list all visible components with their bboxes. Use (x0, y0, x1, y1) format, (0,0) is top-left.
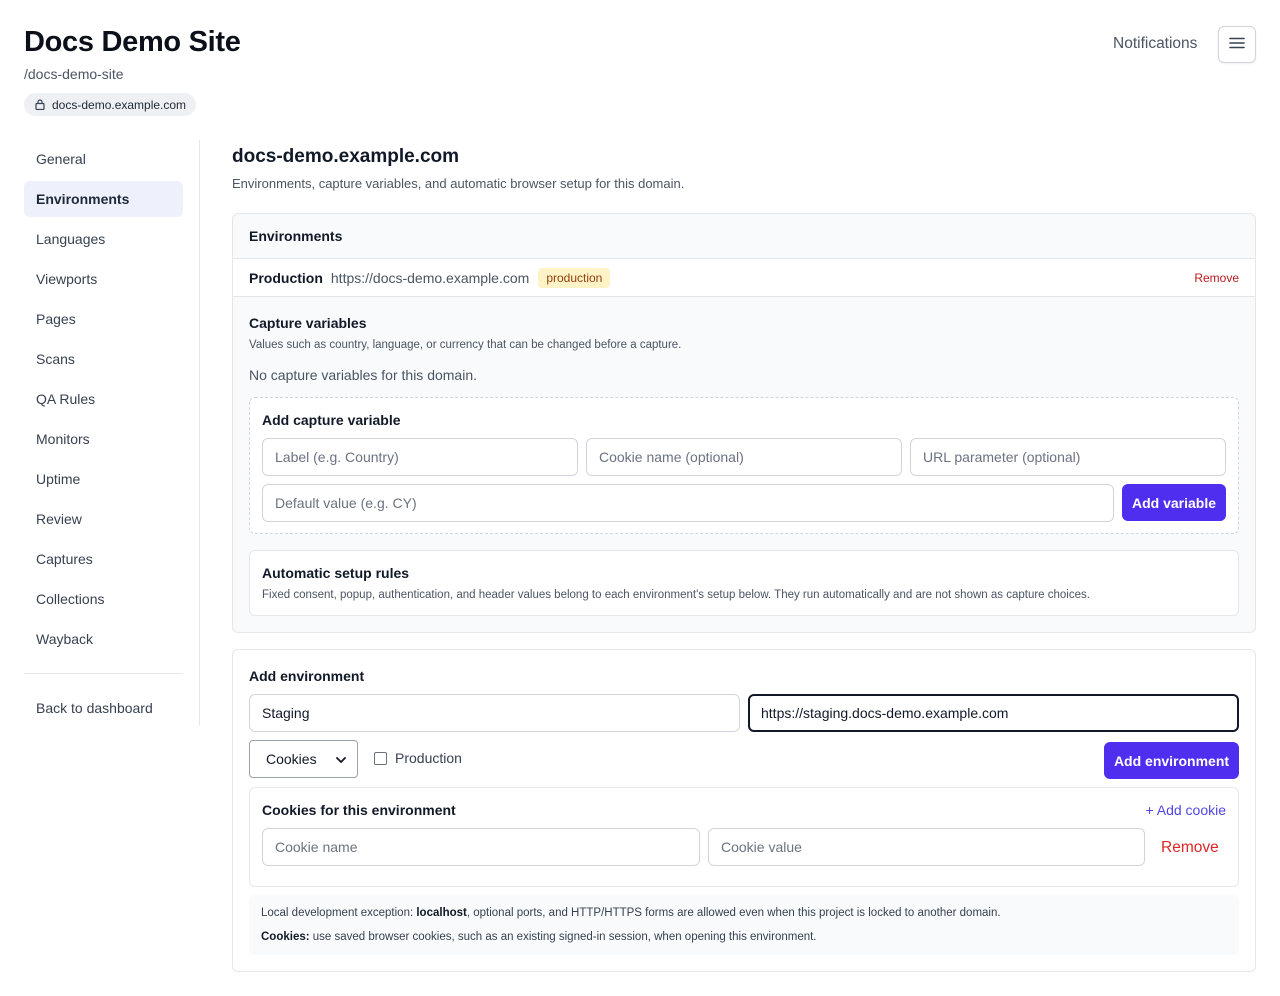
setup-rules-title: Automatic setup rules (262, 565, 410, 581)
capture-variables-title: Capture variables (249, 315, 367, 331)
variable-default-input[interactable] (262, 484, 1114, 522)
localhost-note: Local development exception: localhost, … (261, 907, 1001, 919)
environment-url: https://docs-demo.example.com (330, 269, 530, 286)
sidebar-item-general[interactable]: General (24, 141, 183, 177)
sidebar-item-collections[interactable]: Collections (24, 581, 183, 617)
sidebar: General Environments Languages Viewports… (24, 140, 200, 726)
environment-name-input[interactable] (249, 694, 740, 732)
sidebar-item-monitors[interactable]: Monitors (24, 421, 183, 457)
production-checkbox-text: Production (395, 750, 462, 766)
sidebar-item-scans[interactable]: Scans (24, 341, 183, 377)
sidebar-item-qa-rules[interactable]: QA Rules (24, 381, 183, 417)
sidebar-item-review[interactable]: Review (24, 501, 183, 537)
automatic-setup-rules: Automatic setup rules Fixed consent, pop… (249, 550, 1239, 616)
sidebar-item-viewports[interactable]: Viewports (24, 261, 183, 297)
production-checkbox-label[interactable]: Production (374, 750, 462, 766)
cookie-name-input[interactable] (262, 828, 700, 866)
page-title: docs-demo.example.com (232, 146, 460, 167)
site-slug: /docs-demo-site (24, 66, 124, 82)
capture-variables-empty: No capture variables for this domain. (249, 367, 477, 383)
cookies-title: Cookies for this environment (262, 802, 456, 818)
environment-url-input[interactable] (748, 694, 1239, 732)
sidebar-item-wayback[interactable]: Wayback (24, 621, 183, 657)
variable-cookie-input[interactable] (586, 438, 902, 476)
environment-badge: production (538, 267, 611, 288)
cookies-for-environment: Cookies for this environment + Add cooki… (249, 787, 1239, 887)
add-environment-title: Add environment (249, 668, 365, 684)
add-environment-button[interactable]: Add environment (1104, 742, 1239, 779)
capture-variables-help: Values such as country, language, or cur… (249, 339, 682, 351)
remove-cookie-button[interactable]: Remove (1161, 839, 1219, 857)
add-capture-variable-title: Add capture variable (262, 412, 401, 428)
cookie-value-input[interactable] (708, 828, 1145, 866)
page-subtitle: Environments, capture variables, and aut… (232, 176, 685, 191)
sidebar-item-uptime[interactable]: Uptime (24, 461, 183, 497)
add-capture-variable-form: Add capture variable Add variable (249, 397, 1239, 534)
production-checkbox[interactable] (374, 751, 387, 765)
sidebar-item-languages[interactable]: Languages (24, 221, 183, 257)
sidebar-divider (24, 673, 183, 674)
domain-pill: docs-demo.example.com (24, 93, 197, 116)
environment-row: Production https://docs-demo.example.com… (233, 259, 1255, 297)
chevron-down-icon (335, 753, 347, 769)
add-cookie-button[interactable]: + Add cookie (1145, 802, 1226, 818)
remove-environment-button[interactable]: Remove (1194, 271, 1239, 285)
domain-pill-label: docs-demo.example.com (52, 97, 187, 112)
site-title: Docs Demo Site (24, 26, 241, 58)
notifications-link[interactable]: Notifications (1113, 35, 1197, 53)
environments-card: Environments Production https://docs-dem… (232, 213, 1256, 633)
setup-type-value: Cookies (266, 751, 317, 767)
lock-icon (35, 99, 45, 110)
sidebar-item-pages[interactable]: Pages (24, 301, 183, 337)
setup-type-select[interactable]: Cookies (249, 740, 358, 778)
back-to-dashboard-link[interactable]: Back to dashboard (24, 690, 183, 726)
add-environment-card: Add environment Cookies Production Add e… (232, 649, 1256, 972)
hamburger-menu-icon (1229, 36, 1245, 54)
cookies-note: Cookies: use saved browser cookies, such… (261, 931, 817, 943)
variable-label-input[interactable] (262, 438, 578, 476)
setup-rules-help: Fixed consent, popup, authentication, an… (262, 589, 1090, 601)
environments-heading: Environments (233, 214, 1255, 259)
add-variable-button[interactable]: Add variable (1122, 484, 1226, 521)
sidebar-item-captures[interactable]: Captures (24, 541, 183, 577)
environment-name: Production (249, 269, 323, 286)
variable-url-param-input[interactable] (910, 438, 1226, 476)
menu-button[interactable] (1218, 26, 1256, 63)
sidebar-item-environments[interactable]: Environments (24, 181, 183, 217)
environment-notes: Local development exception: localhost, … (249, 895, 1239, 955)
